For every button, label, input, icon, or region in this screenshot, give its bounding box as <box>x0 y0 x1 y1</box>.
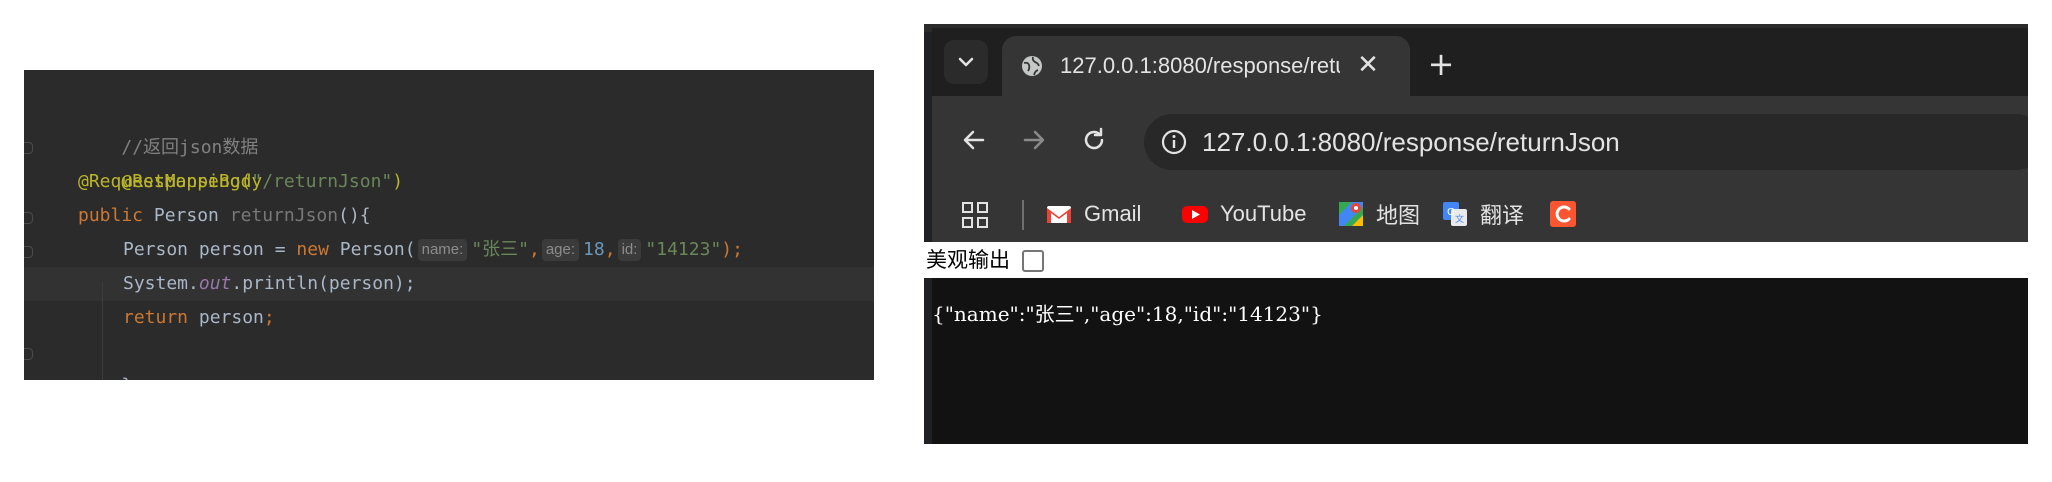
tab-title: 127.0.0.1:8080/response/retu <box>1060 53 1340 78</box>
keyword-public: public <box>78 205 144 226</box>
globe-icon <box>1022 56 1042 76</box>
fold-marker[interactable] <box>24 142 33 154</box>
code-editor[interactable]: //返回json数据 @ResponseBody @RequestMapping… <box>24 70 874 380</box>
bookmark-c[interactable] <box>1550 186 1588 242</box>
page-content: 美观输出 {"name":"张三","age":18,"id":"14123"} <box>924 242 2028 444</box>
fold-marker[interactable] <box>24 212 33 224</box>
arg-age-number: 18 <box>583 239 605 260</box>
url-text[interactable]: 127.0.0.1:8080/response/returnJson <box>1202 114 1620 170</box>
tab-strip: 127.0.0.1:8080/response/retu ✕ + <box>932 28 2028 96</box>
bookmark-translate[interactable]: G文 翻译 <box>1442 186 1524 242</box>
param-hint-age: age: <box>541 239 580 261</box>
bookmarks-separator <box>1022 200 1024 230</box>
tab-search-button[interactable] <box>944 40 988 84</box>
bookmark-label: Gmail <box>1084 201 1142 226</box>
reload-button[interactable] <box>1072 118 1116 162</box>
code-line-7[interactable]: return person; <box>123 301 275 335</box>
tab-active[interactable]: 127.0.0.1:8080/response/retu ✕ <box>1002 36 1410 96</box>
translate-icon: G文 <box>1443 202 1467 226</box>
arg-name-string: "张三" <box>471 239 529 260</box>
bookmark-label: YouTube <box>1220 201 1307 226</box>
keyword-new: new <box>296 239 329 260</box>
println-call: .println(person); <box>231 273 416 294</box>
close-tab-icon[interactable]: ✕ <box>1354 52 1382 80</box>
param-hint-name: name: <box>417 239 468 261</box>
arrow-left-icon <box>963 130 985 150</box>
closing-brace: } <box>121 375 132 380</box>
arg-id-string: "14123" <box>645 239 722 260</box>
forward-button[interactable] <box>1012 118 1056 162</box>
code-line-1[interactable]: //返回json数据 <box>78 97 258 158</box>
code-line-6[interactable]: System.out.println(person); <box>123 267 416 301</box>
pretty-print-label: 美观输出 <box>926 248 1010 272</box>
annotation-requestmapping: @RequestMapping( <box>78 171 252 192</box>
return-value: person <box>188 307 264 328</box>
return-type: Person <box>143 205 230 226</box>
fold-marker[interactable] <box>24 246 33 258</box>
keyword-return: return <box>123 307 189 328</box>
param-hint-id: id: <box>617 239 642 261</box>
gmail-icon <box>1047 206 1071 223</box>
pretty-print-bar: 美观输出 <box>924 242 2028 278</box>
site-info-icon[interactable] <box>1158 126 1190 158</box>
code-line-3[interactable]: @RequestMapping("/returnJson") <box>78 165 403 199</box>
code-line-8[interactable]: } <box>78 335 132 380</box>
code-line-5[interactable]: Person person = new Person(name: "张三", age… <box>123 233 743 267</box>
chevron-down-icon <box>958 57 974 67</box>
semicolon: ; <box>263 307 275 328</box>
apps-grid-icon[interactable] <box>962 202 988 228</box>
fold-marker[interactable] <box>24 348 33 360</box>
new-tab-button[interactable]: + <box>1422 46 1460 84</box>
comma: , <box>529 239 540 260</box>
system-class: System. <box>123 273 199 294</box>
code-line-2[interactable]: @ResponseBody <box>78 131 262 192</box>
c-icon <box>1550 201 1576 227</box>
youtube-icon <box>1182 206 1208 223</box>
annotation-close: ) <box>392 171 404 192</box>
browser-window: 127.0.0.1:8080/response/retu ✕ + 127.0.0… <box>924 24 2028 444</box>
bookmark-label: 地图 <box>1376 203 1421 228</box>
static-field-out: out <box>198 273 232 294</box>
bookmark-gmail[interactable]: Gmail <box>1046 186 1141 242</box>
bookmark-maps[interactable]: 地图 <box>1338 186 1420 242</box>
maps-icon <box>1339 202 1363 226</box>
method-signature-rest: (){ <box>338 205 371 226</box>
mapping-path-string: "/returnJson" <box>251 171 393 192</box>
arrow-right-icon <box>1023 130 1045 150</box>
constructor-call: Person( <box>328 239 416 260</box>
code-line-4[interactable]: public Person returnJson(){ <box>78 199 371 233</box>
reload-icon <box>1084 127 1104 150</box>
pretty-print-checkbox[interactable] <box>1022 250 1044 272</box>
method-name: returnJson <box>229 205 339 226</box>
back-button[interactable] <box>952 118 996 162</box>
comma: , <box>604 239 616 260</box>
address-bar[interactable]: 127.0.0.1:8080/response/returnJson <box>1144 114 2028 170</box>
svg-text:G: G <box>1447 207 1455 218</box>
local-declaration: Person person = <box>123 239 297 260</box>
bookmarks-bar: Gmail YouTube 地图 G文 翻译 <box>932 186 2028 242</box>
bookmark-youtube[interactable]: YouTube <box>1182 186 1306 242</box>
svg-text:文: 文 <box>1455 213 1464 225</box>
browser-toolbar: 127.0.0.1:8080/response/returnJson <box>932 96 2028 186</box>
statement-end: ); <box>721 239 743 260</box>
json-response-text: {"name":"张三","age":18,"id":"14123"} <box>932 302 1323 326</box>
bookmark-label: 翻译 <box>1480 203 1525 228</box>
